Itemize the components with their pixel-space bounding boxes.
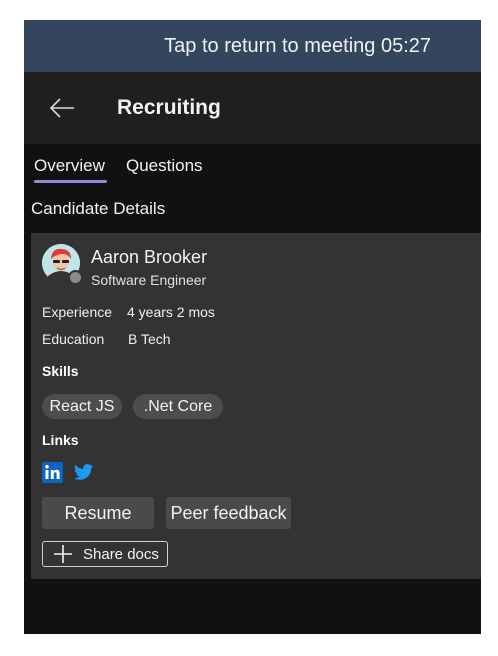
education-value: B Tech [128, 331, 171, 347]
twitter-icon[interactable] [73, 462, 94, 483]
skill-pill: .Net Core [133, 394, 223, 419]
experience-value: 4 years 2 mos [127, 304, 215, 320]
tab-overview[interactable]: Overview [34, 156, 105, 176]
return-to-meeting-text: Tap to return to meeting 05:27 [164, 34, 431, 57]
back-arrow-icon [49, 98, 74, 118]
peer-feedback-button[interactable]: Peer feedback [166, 497, 291, 529]
share-docs-label: Share docs [83, 545, 159, 563]
section-title: Candidate Details [31, 199, 166, 218]
resume-button[interactable]: Resume [42, 497, 154, 529]
app-header: Recruiting [24, 72, 481, 144]
avatar[interactable] [42, 244, 83, 285]
linkedin-icon[interactable] [42, 462, 63, 483]
links-heading: Links [42, 432, 79, 448]
plus-icon [54, 545, 72, 563]
share-docs-button[interactable]: Share docs [42, 541, 168, 567]
education-label: Education [42, 331, 105, 347]
return-to-meeting-banner[interactable]: Tap to return to meeting 05:27 [24, 20, 481, 72]
candidate-role: Software Engineer [91, 272, 207, 288]
tab-bar: Overview Questions [24, 144, 481, 189]
skill-pill: React JS [42, 394, 122, 419]
tab-questions[interactable]: Questions [126, 156, 203, 176]
back-button[interactable] [42, 88, 82, 128]
skills-heading: Skills [42, 363, 79, 379]
candidate-card: Aaron Brooker Software Engineer Experien… [31, 233, 481, 579]
page-title: Recruiting [117, 96, 221, 119]
app-screen: Tap to return to meeting 05:27 Recruitin… [24, 20, 481, 634]
selected-tab-indicator [34, 180, 107, 183]
presence-status-dot [68, 270, 83, 285]
experience-label: Experience [42, 304, 113, 320]
candidate-name: Aaron Brooker [91, 247, 208, 267]
